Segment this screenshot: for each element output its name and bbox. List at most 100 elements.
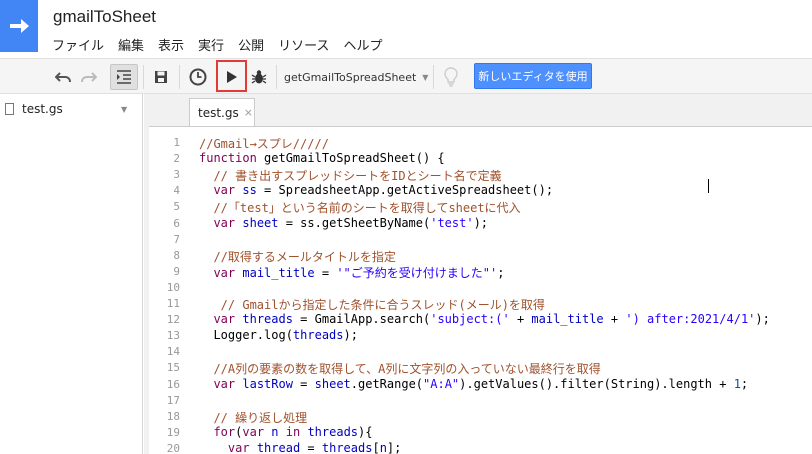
debug-button[interactable]	[248, 64, 270, 90]
menu-edit[interactable]: 編集	[118, 35, 151, 54]
line-number: 17	[166, 393, 180, 407]
code-line[interactable]: var lastRow = sheet.getRange("A:A").getV…	[199, 377, 748, 391]
code-line[interactable]: var mail_title = '"ご予約を受け付けました"';	[199, 264, 504, 281]
line-number: 5	[173, 200, 180, 214]
code-line[interactable]: var threads = GmailApp.search('subject:(…	[199, 312, 769, 327]
code-line[interactable]: function getGmailToSpreadSheet() {	[199, 151, 445, 165]
code-token: = GmailApp.search(	[292, 312, 431, 327]
code-token: mail_title	[242, 265, 315, 280]
save-button[interactable]	[150, 64, 172, 90]
code-token: 'subject:('	[430, 312, 510, 327]
code-token: ;	[497, 265, 505, 280]
code-token: = SpreadsheetApp.getActiveSpreadsheet();	[256, 183, 561, 198]
code-token: var	[213, 376, 236, 391]
code-token: in	[285, 424, 301, 439]
tab-label: test.gs	[198, 105, 239, 120]
code-line[interactable]: var sheet = ss.getSheetByName('test');	[199, 216, 488, 230]
line-number: 1	[173, 136, 180, 149]
menu-file[interactable]: ファイル	[52, 35, 111, 54]
code-token: ){	[358, 424, 373, 439]
code-line[interactable]: //「test」という名前のシートを取得してsheetに代入	[199, 199, 520, 216]
menu-bar: ファイル 編集 表示 実行 公開 リソース ヘルプ	[52, 35, 396, 54]
line-number: 6	[173, 216, 180, 230]
code-line[interactable]: for(var n in threads){	[199, 425, 372, 439]
tab-test-gs[interactable]: test.gs ×	[189, 98, 255, 126]
save-icon	[155, 71, 167, 83]
code-token: thread	[256, 440, 301, 454]
apps-script-logo[interactable]	[0, 0, 38, 52]
indent-icon	[117, 70, 131, 84]
clock-icon	[189, 68, 207, 86]
text-cursor	[708, 179, 709, 193]
line-number: 3	[173, 168, 180, 182]
code-token: ss	[242, 183, 257, 198]
line-number: 18	[166, 409, 180, 423]
file-sidebar: test.gs ▼	[0, 94, 143, 454]
code-line[interactable]: Logger.log(threads);	[199, 328, 358, 342]
code-line[interactable]: // 繰り返し処理	[199, 409, 307, 426]
code-token: +	[603, 312, 626, 327]
chevron-down-icon: ▼	[422, 72, 429, 82]
line-number: 13	[166, 329, 180, 343]
toolbar: getGmailToSpreadSheet ▼ 新しいエディタを使用	[0, 58, 812, 94]
file-item[interactable]: test.gs ▼	[0, 98, 142, 122]
undo-button[interactable]	[52, 64, 74, 90]
code-token: mail_title	[531, 312, 604, 327]
run-button[interactable]	[220, 64, 244, 90]
chevron-down-icon[interactable]: ▼	[121, 105, 127, 114]
code-token: threads	[242, 312, 293, 327]
code-token: //取得するメールタイトルを指定	[199, 249, 396, 264]
file-icon	[5, 103, 14, 115]
code-token: // 繰り返し処理	[199, 410, 308, 425]
function-select[interactable]: getGmailToSpreadSheet ▼	[284, 65, 428, 89]
code-token: threads	[307, 424, 359, 439]
code-token: var	[213, 265, 236, 280]
code-editor[interactable]: 1 2 3 4 5 6 7 8 9 10 11 12 13 14 15 16 17 18 19 20 //Gmail→…	[149, 126, 812, 454]
code-token: ') after:2021/4/1'	[625, 312, 756, 327]
bulb-button[interactable]	[440, 64, 462, 90]
new-editor-button[interactable]: 新しいエディタを使用	[474, 63, 592, 89]
code-token: Logger.log(	[199, 328, 293, 343]
line-number: 16	[166, 377, 180, 391]
code-line[interactable]: var ss = SpreadsheetApp.getActiveSpreads…	[199, 183, 560, 197]
code-token: sheet	[314, 376, 351, 391]
code-line[interactable]: //A列の要素の数を取得して、A列に文字列の入っていない最終行を取得	[199, 360, 601, 377]
menu-help[interactable]: ヘルプ	[343, 35, 389, 54]
line-number: 19	[166, 425, 180, 439]
project-title[interactable]: gmailToSheet	[53, 7, 156, 27]
code-token: var	[213, 183, 236, 198]
menu-run[interactable]: 実行	[198, 35, 231, 54]
code-token: function	[199, 151, 257, 166]
code-token: 1	[733, 376, 741, 391]
close-icon[interactable]: ×	[244, 106, 253, 119]
triggers-button[interactable]	[186, 64, 210, 90]
code-line[interactable]: // 書き出すスプレッドシートをIDとシート名で定義	[199, 167, 502, 184]
indent-button[interactable]	[110, 64, 138, 90]
redo-button[interactable]	[78, 64, 100, 90]
code-token: for	[213, 424, 236, 439]
code-token: =	[314, 265, 337, 280]
file-name: test.gs	[22, 102, 63, 116]
code-token: // 書き出すスプレッドシートをIDとシート名で定義	[199, 169, 502, 184]
code-line[interactable]: //Gmail→スプレ/////	[199, 135, 329, 152]
line-number-gutter: 1 2 3 4 5 6 7 8 9 10 11 12 13 14 15 16 17 18 19 20	[149, 127, 189, 454]
toolbar-separator	[143, 65, 144, 89]
code-token: lastRow	[242, 376, 293, 391]
code-line[interactable]: // Gmailから指定した条件に合うスレッド(メール)を取得	[199, 296, 545, 313]
line-number: 11	[166, 297, 180, 310]
code-line[interactable]: //取得するメールタイトルを指定	[199, 248, 396, 265]
line-number: 9	[173, 264, 180, 278]
code-line[interactable]: var thread = threads[n];	[199, 441, 401, 454]
menu-view[interactable]: 表示	[158, 35, 191, 54]
code-token: //A列の要素の数を取得して、A列に文字列の入っていない最終行を取得	[199, 362, 601, 377]
menu-resources[interactable]: リソース	[278, 35, 336, 54]
code-token: );	[473, 215, 489, 230]
bug-icon	[251, 70, 267, 84]
line-number: 10	[166, 280, 180, 294]
menu-publish[interactable]: 公開	[238, 35, 271, 54]
